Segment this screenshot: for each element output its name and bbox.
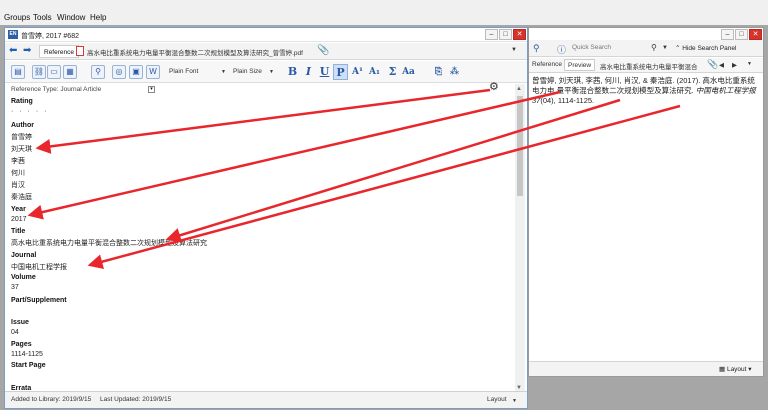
- arrow-year: [27, 90, 561, 220]
- annotation-arrows: [27, 88, 681, 269]
- screenshot-stage: Groups Tools Window Help EN 曾雪婷, 2017 #6…: [0, 0, 768, 410]
- arrow-author: [35, 88, 491, 154]
- arrow-title: [165, 98, 621, 243]
